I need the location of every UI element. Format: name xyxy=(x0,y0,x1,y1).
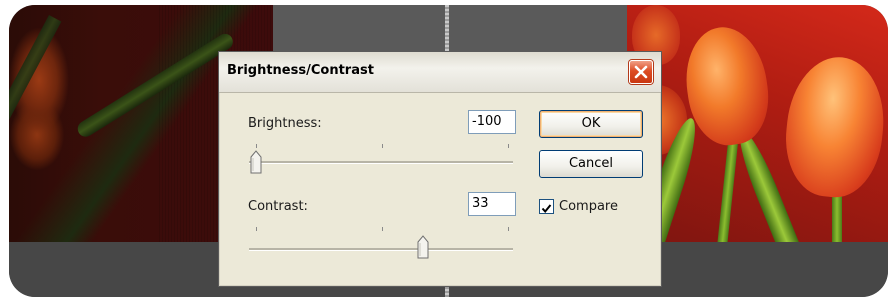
close-icon xyxy=(634,65,648,79)
slider-tick xyxy=(382,144,383,148)
contrast-input[interactable]: 33 xyxy=(468,192,516,216)
dialog-title: Brightness/Contrast xyxy=(227,63,374,78)
original-preview-image xyxy=(627,5,888,242)
close-button[interactable] xyxy=(629,60,653,84)
brightness-input[interactable]: -100 xyxy=(468,110,516,134)
cancel-button[interactable]: Cancel xyxy=(539,150,643,178)
slider-tick xyxy=(256,144,257,148)
slider-tick xyxy=(256,227,257,231)
compare-checkbox[interactable] xyxy=(539,199,554,214)
brightness-contrast-dialog: Brightness/Contrast Brightness: -100 Con… xyxy=(218,51,662,287)
checkmark-icon xyxy=(541,204,552,214)
slider-thumb-icon[interactable] xyxy=(250,150,262,174)
slider-thumb-icon[interactable] xyxy=(417,235,429,259)
compare-label[interactable]: Compare xyxy=(559,199,618,214)
ok-button[interactable]: OK xyxy=(539,110,643,138)
slider-tick xyxy=(382,227,383,231)
slider-tick xyxy=(508,144,509,148)
contrast-slider-track[interactable] xyxy=(249,248,513,251)
brightness-label: Brightness: xyxy=(248,116,322,131)
brightness-slider-track[interactable] xyxy=(249,161,513,164)
slider-tick xyxy=(508,227,509,231)
dialog-titlebar[interactable]: Brightness/Contrast xyxy=(219,52,661,93)
contrast-label: Contrast: xyxy=(248,199,308,214)
